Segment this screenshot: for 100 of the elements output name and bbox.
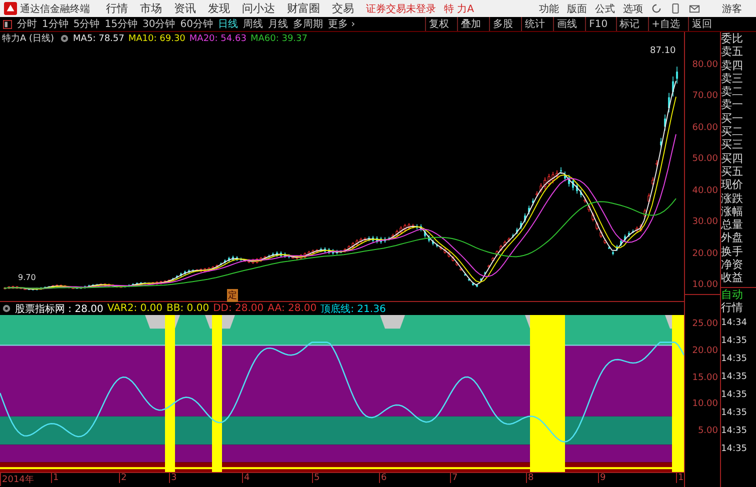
indicator-value: MA5: 78.57 [73, 34, 124, 44]
login-status[interactable]: 证券交易未登录 [366, 2, 436, 16]
indicator-tick-label: 5.00 [696, 426, 718, 436]
trade-time: 14:35 [721, 371, 748, 384]
price-tick-label: 60.00 [691, 122, 718, 133]
period-tab[interactable]: 更多 › [328, 17, 356, 31]
period-tab[interactable]: 15分钟 [104, 17, 138, 31]
quote-field-label: 现价 [721, 178, 744, 192]
period-tab[interactable]: 多周期 [292, 17, 323, 31]
indicator-value: MA10: 69.30 [128, 34, 186, 44]
panel-toggle-icon[interactable] [3, 20, 12, 28]
quote-field-label: 卖四 [721, 58, 744, 72]
period-tab[interactable]: 5分钟 [73, 17, 100, 31]
quote-field-label: 净资 [721, 258, 744, 272]
quote-field-label: 总量 [721, 218, 744, 232]
period-tab[interactable]: 月线 [268, 17, 288, 31]
indicator-value: MA20: 54.63 [189, 34, 246, 44]
quote-field-label: 卖二 [721, 85, 744, 98]
indicator-value: MA60: 39.37 [250, 34, 308, 44]
indicator-value: DD: 28.00 [213, 303, 264, 314]
stock-name: 特 力A [444, 2, 474, 16]
low-price-label: 9.70 [18, 273, 36, 282]
quote-field-label: 收益 [721, 271, 744, 285]
period-tab[interactable]: 日线 [218, 17, 238, 31]
section-label: 行情 [721, 300, 744, 314]
indicator-value: 顶底线: 21.36 [320, 302, 386, 316]
app-logo-icon [4, 2, 17, 15]
indicator-tick-label: 20.00 [691, 346, 718, 356]
indicator-value: BB: 0.00 [166, 303, 210, 314]
quote-field-label: 买四 [721, 152, 744, 165]
trade-time: 14:35 [721, 443, 748, 456]
period-tab[interactable]: 30分钟 [142, 17, 176, 31]
quote-field-label: 买五 [721, 164, 744, 178]
price-tick-label: 30.00 [691, 217, 718, 228]
price-tick-label: 10.00 [691, 280, 718, 290]
trade-time: 14:35 [721, 353, 748, 366]
date-tick-label: 2014年 [0, 473, 34, 486]
date-tick-label: 3 [169, 473, 177, 483]
phone-icon[interactable] [670, 3, 681, 14]
menu-item[interactable]: 发现 [208, 1, 230, 16]
settings-icon[interactable] [2, 304, 11, 313]
period-tab[interactable]: 分时 [17, 17, 37, 31]
high-price-label: 87.10 [650, 46, 676, 56]
mode-label[interactable]: 自动 [721, 286, 756, 301]
marker-label: 定 [227, 289, 238, 302]
refresh-icon[interactable] [651, 3, 662, 14]
menu-item[interactable]: 市场 [140, 1, 162, 16]
chart-title: 特力A (日线) [2, 32, 54, 45]
trade-time: 14:35 [721, 407, 748, 420]
date-tick-label: 1 [676, 473, 684, 483]
indicator-value: AA: 28.00 [268, 303, 317, 314]
period-tab[interactable]: 1分钟 [42, 17, 68, 31]
quote-field-label: 买一 [721, 112, 744, 126]
menu-item[interactable]: 资讯 [174, 1, 196, 16]
quote-field-label: 买二 [721, 125, 744, 138]
toolbar-button[interactable]: +自选 [648, 17, 683, 31]
menu-item[interactable]: 选项 [623, 2, 643, 16]
date-tick-label: 4 [242, 473, 250, 483]
quote-field-label: 涨跌 [721, 192, 744, 205]
price-tick-label: 80.00 [691, 60, 718, 70]
menu-item[interactable]: 行情 [106, 1, 128, 16]
date-tick-label: 1 [51, 473, 59, 483]
trade-time: 14:35 [721, 425, 748, 438]
quote-field-label: 外盘 [721, 231, 744, 245]
quote-field-label: 卖三 [721, 72, 744, 86]
settings-icon[interactable] [60, 34, 70, 43]
menu-item[interactable]: 交易 [332, 1, 354, 16]
date-tick-label: 6 [379, 473, 387, 483]
user-label[interactable]: 游客 [722, 2, 742, 16]
trade-time: 14:35 [721, 335, 748, 348]
date-tick-label: 2 [119, 473, 127, 483]
menu-item[interactable]: 版面 [567, 2, 587, 16]
menu-item[interactable]: 财富圈 [287, 1, 320, 16]
period-tab[interactable]: 60分钟 [180, 17, 213, 31]
menu-item[interactable]: 问小达 [242, 1, 275, 16]
menu-item[interactable]: 功能 [539, 2, 559, 16]
app-title: 通达信金融终端 [20, 2, 90, 16]
indicator-tick-label: 10.00 [691, 399, 718, 410]
indicator-value: 股票指标网 : 28.00 [15, 302, 104, 316]
trade-time: 14:35 [721, 389, 748, 402]
period-tab[interactable]: 周线 [242, 17, 263, 31]
price-tick-label: 70.00 [691, 91, 718, 102]
quote-field-label: 换手 [721, 244, 744, 258]
quote-field-label: 委比 [721, 32, 744, 46]
indicator-value: VAR2: 0.00 [107, 303, 163, 314]
signal-notch [380, 315, 405, 329]
menu-item[interactable]: 公式 [595, 2, 615, 16]
quote-field-label: 卖一 [721, 98, 744, 112]
date-tick-label: 9 [598, 473, 606, 483]
price-tick-label: 50.00 [691, 154, 718, 164]
date-tick-label: 8 [526, 473, 534, 483]
quote-field-label: 涨幅 [721, 204, 744, 218]
quote-field-label: 买三 [721, 138, 744, 152]
price-tick-label: 20.00 [691, 248, 718, 259]
indicator-tick-label: 25.00 [691, 319, 718, 329]
mail-icon[interactable] [689, 3, 700, 14]
indicator-tick-label: 15.00 [691, 372, 718, 382]
date-tick-label: 7 [450, 473, 458, 483]
trade-time: 14:34 [721, 317, 748, 330]
quote-field-label: 卖五 [721, 45, 744, 59]
